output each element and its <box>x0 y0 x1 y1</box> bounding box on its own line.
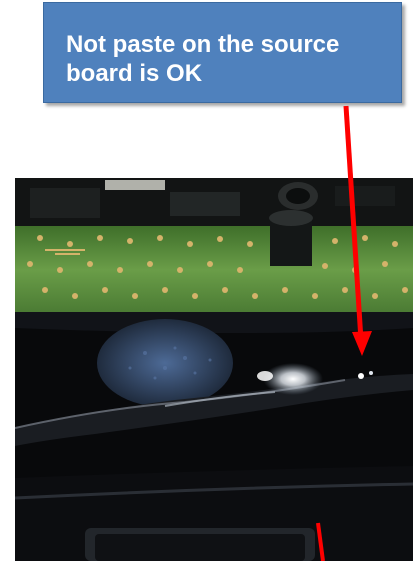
board-photo-drawing <box>15 178 413 561</box>
slide: Not paste on the source board is OK <box>0 0 413 561</box>
board-photo <box>15 178 413 561</box>
callout-text: Not paste on the source board is OK <box>66 31 340 87</box>
callout-box: Not paste on the source board is OK <box>43 2 402 103</box>
